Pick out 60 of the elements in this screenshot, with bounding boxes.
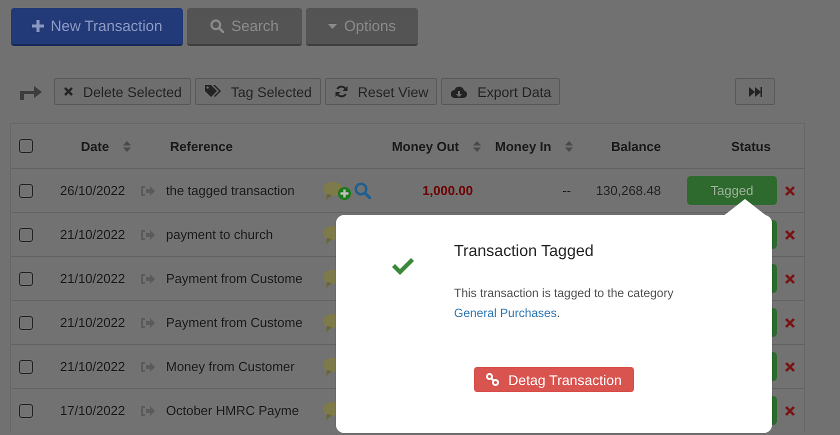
delete-icon[interactable]	[785, 230, 795, 240]
balance-cell-text: 130,268.48	[596, 183, 662, 198]
delete-icon[interactable]	[785, 318, 795, 328]
date-cell-text: 21/10/2022	[59, 315, 126, 330]
plus-icon	[32, 20, 44, 32]
detag-button[interactable]: Detag Transaction	[474, 367, 634, 392]
reference-cell: Payment from Custome	[166, 315, 301, 330]
date-cell-text: 21/10/2022	[59, 227, 126, 242]
sort-icon[interactable]	[473, 140, 481, 152]
check-icon	[392, 258, 414, 276]
row-checkbox[interactable]	[19, 360, 33, 374]
status-badge[interactable]: Tagged	[687, 176, 777, 205]
column-header[interactable]: Money In	[495, 138, 552, 154]
row-checkbox[interactable]	[19, 228, 33, 242]
money-in-cell-text: --	[562, 183, 572, 198]
popup-message: This transaction is tagged to the category General Purchases.	[454, 285, 674, 322]
date-cell-text: 21/10/2022	[59, 271, 126, 286]
refresh-icon	[334, 85, 348, 98]
toolbar-button[interactable]: Delete Selected	[54, 78, 191, 105]
reference-cell-text: the tagged transaction	[166, 183, 296, 198]
popup-title: Transaction Tagged	[454, 243, 595, 261]
reference-cell: Payment from Custome	[166, 271, 301, 286]
column-header: Status	[731, 138, 771, 154]
sort-icon[interactable]	[565, 140, 574, 152]
delete-icon[interactable]	[785, 362, 795, 372]
reference-cell-text: Money from Customer	[166, 359, 296, 374]
row-checkbox[interactable]	[19, 272, 33, 286]
delete-icon[interactable]	[785, 274, 795, 284]
tag-icon	[204, 85, 221, 98]
reference-cell-text: October HMRC Payme	[166, 403, 300, 418]
delete-icon[interactable]	[785, 406, 795, 416]
link-icon	[486, 373, 500, 386]
toolbar-button[interactable]: Export Data	[441, 78, 560, 105]
close-icon	[64, 87, 73, 96]
date-cell-text: 26/10/2022	[59, 183, 126, 198]
share-arrow-icon[interactable]	[20, 84, 42, 100]
row-checkbox[interactable]	[19, 404, 33, 418]
reference-cell-text: payment to church	[166, 227, 274, 242]
category-link[interactable]: General Purchases	[454, 306, 557, 320]
search-icon	[210, 19, 224, 33]
column-header[interactable]: Money Out	[392, 138, 459, 154]
row-checkbox[interactable]	[19, 184, 33, 198]
date-cell-text: 17/10/2022	[59, 403, 126, 418]
toolbar-button[interactable]: Tag Selected	[194, 78, 321, 105]
toolbar-button[interactable]: New Transaction	[11, 8, 183, 46]
delete-icon[interactable]	[785, 186, 795, 196]
row-checkbox[interactable]	[19, 316, 33, 330]
date-cell-text: 21/10/2022	[59, 359, 126, 374]
add-icon[interactable]	[338, 187, 351, 200]
toolbar-button[interactable]: Reset View	[324, 78, 438, 105]
column-header[interactable]: Date	[80, 138, 110, 154]
money-out-cell-text: 1,000.00	[422, 183, 474, 198]
sort-icon[interactable]	[123, 140, 132, 152]
cloud-download-icon	[451, 86, 468, 98]
select-all-checkbox[interactable]	[19, 139, 33, 153]
fast-forward-button[interactable]	[735, 78, 775, 105]
fast-forward-icon	[748, 86, 762, 96]
column-header: Balance	[611, 138, 661, 154]
caret-icon	[328, 24, 338, 28]
column-header: Reference	[170, 138, 233, 154]
